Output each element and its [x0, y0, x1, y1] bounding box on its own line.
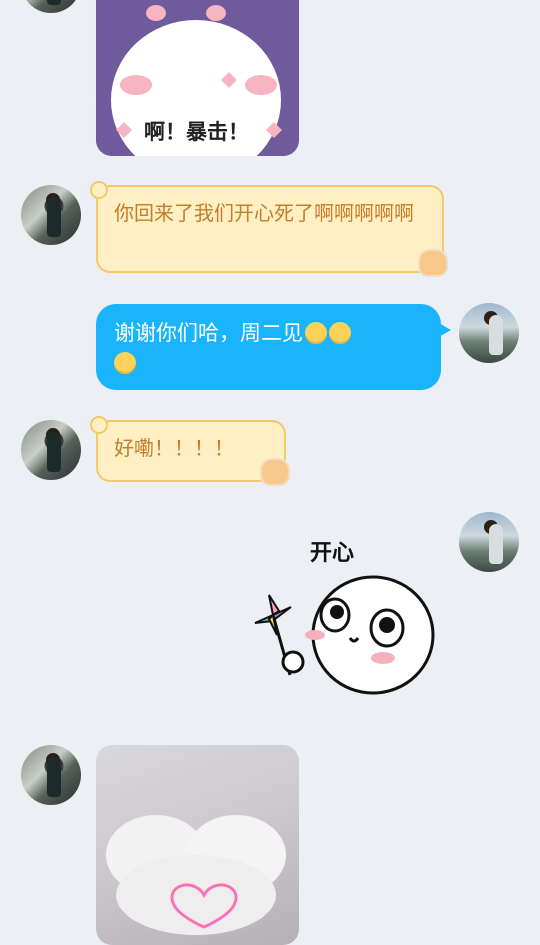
- relieved-face-icon: [114, 352, 136, 374]
- relieved-face-icon: [329, 322, 351, 344]
- happy-ghost-sticker-graphic: [254, 575, 435, 695]
- relieved-face-icon: [305, 322, 327, 344]
- avatar-contact[interactable]: [21, 420, 81, 480]
- bubble-curl-decoration: [90, 181, 108, 199]
- avatar-contact[interactable]: [21, 745, 81, 805]
- image-message[interactable]: [96, 745, 299, 945]
- cat-decoration-icon: [260, 458, 290, 486]
- message-text: 你回来了我们开心死了啊啊啊啊啊: [114, 201, 414, 225]
- cat-decoration-icon: [418, 249, 448, 277]
- message-bubble-incoming[interactable]: 你回来了我们开心死了啊啊啊啊啊: [90, 181, 448, 277]
- bubble-curl-decoration: [90, 416, 108, 434]
- sticker-message[interactable]: 开心: [245, 530, 445, 710]
- sticker-message[interactable]: 啊！暴击！: [96, 0, 299, 156]
- avatar-self[interactable]: [459, 303, 519, 363]
- message-bubble-incoming[interactable]: 好嘞！！！！: [90, 416, 290, 486]
- message-text: 谢谢你们哈，周二见: [114, 321, 303, 345]
- bubble-tail: [437, 322, 451, 338]
- avatar-contact[interactable]: [21, 0, 81, 13]
- avatar-self[interactable]: [459, 512, 519, 572]
- sticker-caption: 啊！暴击！: [144, 120, 249, 144]
- avatar-contact[interactable]: [21, 185, 81, 245]
- message-bubble-outgoing[interactable]: 谢谢你们哈，周二见: [96, 304, 451, 390]
- heart-hands-icon: [106, 815, 286, 935]
- message-text: 好嘞！！！！: [114, 436, 234, 460]
